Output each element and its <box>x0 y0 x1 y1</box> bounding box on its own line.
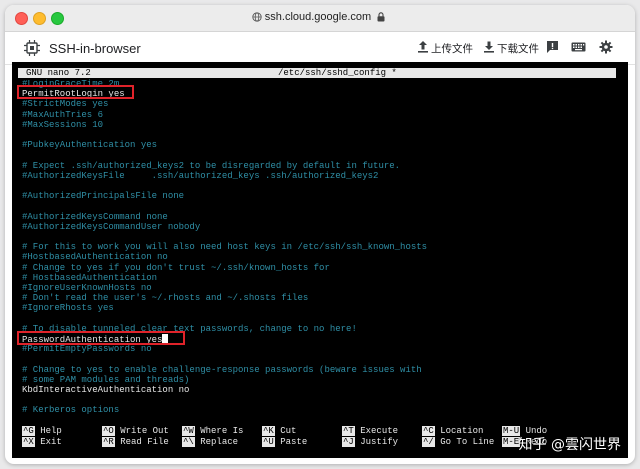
shortcut-label: Where Is <box>200 426 244 436</box>
shortcut-key: ^W <box>182 426 195 436</box>
highlight-box-permitrootlogin <box>17 85 134 99</box>
download-icon[interactable] <box>483 40 495 54</box>
editor-line[interactable]: # For this to work you will also need ho… <box>22 242 427 252</box>
shortcut-item[interactable]: ^\ Replace <box>182 436 239 447</box>
shortcut-key: ^X <box>22 436 35 447</box>
shortcut-key: ^K <box>262 426 275 436</box>
globe-icon <box>252 12 262 22</box>
editor-line[interactable]: # HostbasedAuthentication <box>22 273 157 283</box>
shortcut-key: ^J <box>342 436 355 447</box>
editor-line[interactable]: # some PAM modules and threads) <box>22 375 189 385</box>
watermark-text: 知乎 @雲闪世界 <box>518 437 621 453</box>
shortcut-key: ^O <box>102 426 115 436</box>
shortcut-key: M-E <box>502 436 521 447</box>
shortcut-label: Cut <box>280 426 297 436</box>
shortcut-item[interactable]: ^R Read File <box>102 436 169 447</box>
app-title: SSH-in-browser <box>49 41 141 56</box>
editor-line[interactable]: #AuthorizedKeysCommandUser nobody <box>22 222 200 232</box>
editor-line[interactable]: #StrictModes yes <box>22 99 108 109</box>
shortcut-key: ^C <box>422 426 435 436</box>
shortcut-item[interactable]: ^C Location <box>422 426 483 436</box>
lock-icon <box>377 12 385 22</box>
editor-line[interactable]: # Don't read the user's ~/.rhosts and ~/… <box>22 293 308 303</box>
app-toolbar: SSH-in-browser 上传文件 下载文件 <box>5 32 635 65</box>
title-bar: ssh.cloud.google.com <box>5 5 635 32</box>
feedback-icon[interactable] <box>546 40 559 54</box>
shortcut-label: Location <box>440 426 484 436</box>
keyboard-icon[interactable] <box>571 40 586 54</box>
editor-line[interactable]: # Kerberos options <box>22 405 119 415</box>
editor-line[interactable]: # Change to yes if you don't trust ~/.ss… <box>22 263 330 273</box>
chip-icon <box>24 40 40 56</box>
nano-version: GNU nano 7.2 <box>26 68 91 78</box>
shortcut-key: ^/ <box>422 436 435 447</box>
shortcut-label: Justify <box>360 436 399 447</box>
shortcut-label: Read File <box>120 436 169 447</box>
editor-line[interactable]: #PermitEmptyPasswords no <box>22 344 152 354</box>
shortcut-label: Write Out <box>120 426 169 436</box>
editor-line[interactable]: #AuthorizedKeysFile .ssh/authorized_keys… <box>22 171 378 181</box>
shortcut-item[interactable]: ^T Execute <box>342 426 398 436</box>
upload-icon[interactable] <box>417 40 429 54</box>
shortcut-key: ^R <box>102 436 115 447</box>
shortcut-key: ^\ <box>182 436 195 447</box>
editor-line[interactable]: #PubkeyAuthentication yes <box>22 140 157 150</box>
upload-file-button[interactable]: 上传文件 <box>431 41 473 56</box>
nano-header: GNU nano 7.2 /etc/ssh/sshd_config * <box>18 68 616 78</box>
editor-line[interactable]: #IgnoreRhosts yes <box>22 303 114 313</box>
shortcut-item[interactable]: ^W Where Is <box>182 426 243 436</box>
shortcut-label: Paste <box>280 436 308 447</box>
shortcut-item[interactable]: ^G Help <box>22 426 62 436</box>
shortcut-item[interactable]: ^X Exit <box>22 436 62 447</box>
shortcut-label: Go To Line <box>440 436 495 447</box>
url-text: ssh.cloud.google.com <box>264 11 372 23</box>
browser-window: ssh.cloud.google.com SSH-in-browser 上传文件 <box>5 5 635 464</box>
editor-line[interactable]: # Expect .ssh/authorized_keys2 to be dis… <box>22 161 400 171</box>
shortcut-item[interactable]: ^O Write Out <box>102 426 169 436</box>
editor-line[interactable]: # Change to yes to enable challenge-resp… <box>22 365 422 375</box>
nano-filename: /etc/ssh/sshd_config * <box>278 68 397 78</box>
gear-icon[interactable] <box>599 40 613 54</box>
shortcut-key: M-U <box>502 426 521 436</box>
editor-line[interactable]: #HostbasedAuthentication no <box>22 252 168 262</box>
download-file-button[interactable]: 下载文件 <box>497 41 539 56</box>
editor-line[interactable]: #IgnoreUserKnownHosts no <box>22 283 152 293</box>
editor-line[interactable]: #MaxSessions 10 <box>22 120 103 130</box>
editor-line[interactable]: #AuthorizedPrincipalsFile none <box>22 191 184 201</box>
highlight-box-passwordauthentication <box>17 331 185 345</box>
shortcut-label: Execute <box>360 426 399 436</box>
shortcut-item[interactable]: ^K Cut <box>262 426 296 436</box>
shortcut-item[interactable]: ^J Justify <box>342 436 399 447</box>
shortcut-key: ^T <box>342 426 355 436</box>
shortcut-item[interactable]: ^U Paste <box>262 436 308 447</box>
editor-line[interactable]: #MaxAuthTries 6 <box>22 110 103 120</box>
terminal[interactable]: GNU nano 7.2 /etc/ssh/sshd_config * #Log… <box>12 62 628 458</box>
editor-line[interactable]: #AuthorizedKeysCommand none <box>22 212 168 222</box>
editor-line[interactable]: KbdInteractiveAuthentication no <box>22 385 189 395</box>
shortcut-label: Exit <box>40 436 62 447</box>
shortcut-item[interactable]: ^/ Go To Line <box>422 436 495 447</box>
shortcut-key: ^U <box>262 436 275 447</box>
shortcut-label: Help <box>40 426 62 436</box>
shortcut-key: ^G <box>22 426 35 436</box>
address-bar[interactable]: ssh.cloud.google.com <box>5 11 635 23</box>
shortcut-label: Replace <box>200 436 239 447</box>
